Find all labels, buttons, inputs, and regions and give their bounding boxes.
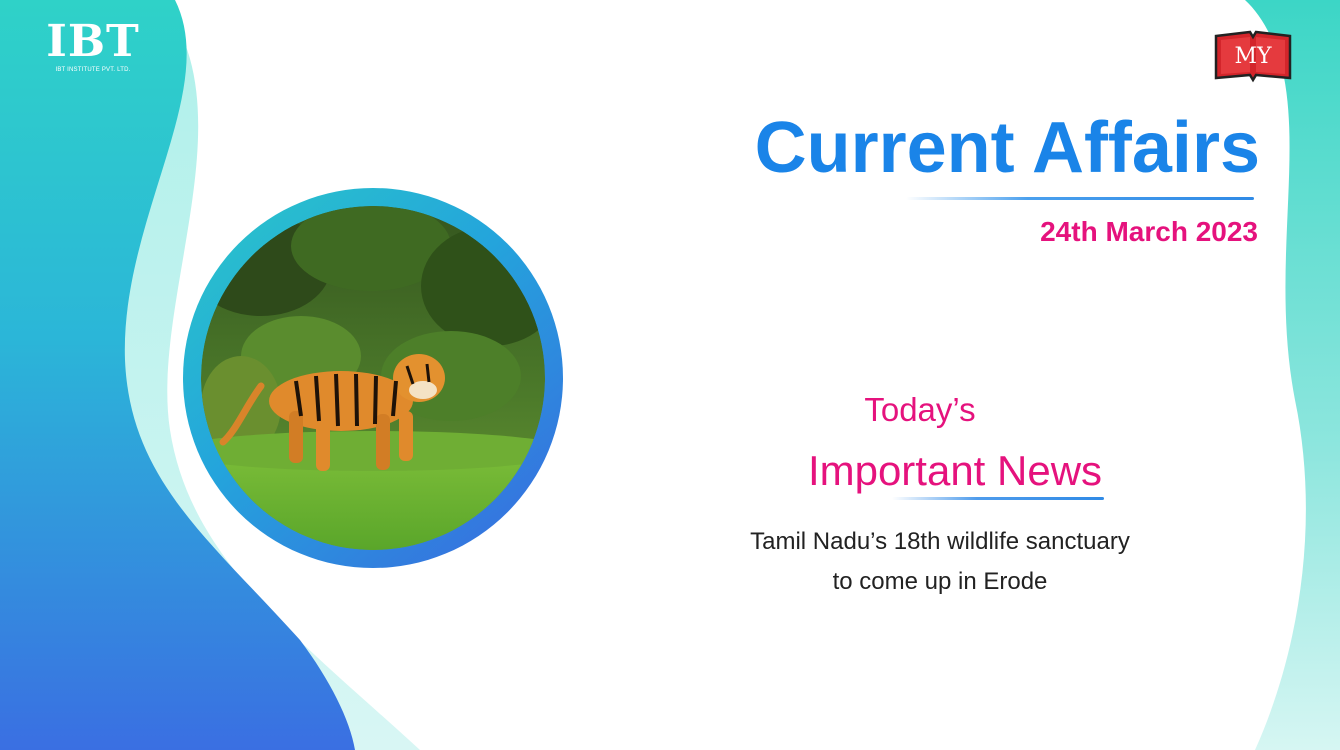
ibt-logo: IBT IBT INSTITUTE PVT. LTD.	[34, 18, 152, 80]
news-headline: Tamil Nadu’s 18th wildlife sanctuary to …	[690, 522, 1190, 602]
news-heading-underline	[892, 497, 1104, 500]
tiger-photo	[201, 206, 545, 550]
news-headline-line2: to come up in Erode	[832, 568, 1048, 595]
page-title: Current Affairs	[754, 108, 1260, 188]
news-heading-line1: Today’s	[864, 391, 976, 428]
news-headline-line1: Tamil Nadu’s 18th wildlife sanctuary	[750, 528, 1130, 555]
ibt-logo-text: IBT	[46, 16, 140, 67]
featured-photo	[183, 188, 563, 568]
my-book-logo: MY	[1214, 30, 1292, 83]
news-heading-line2: Important News	[807, 447, 1103, 494]
slide: IBT IBT INSTITUTE PVT. LTD. MY Current A…	[0, 0, 1340, 750]
date-label: 24th March 2023	[1040, 216, 1258, 247]
my-logo-text: MY	[1234, 44, 1272, 69]
title-underline	[906, 197, 1254, 200]
ibt-logo-subtext: IBT INSTITUTE PVT. LTD.	[55, 67, 131, 73]
